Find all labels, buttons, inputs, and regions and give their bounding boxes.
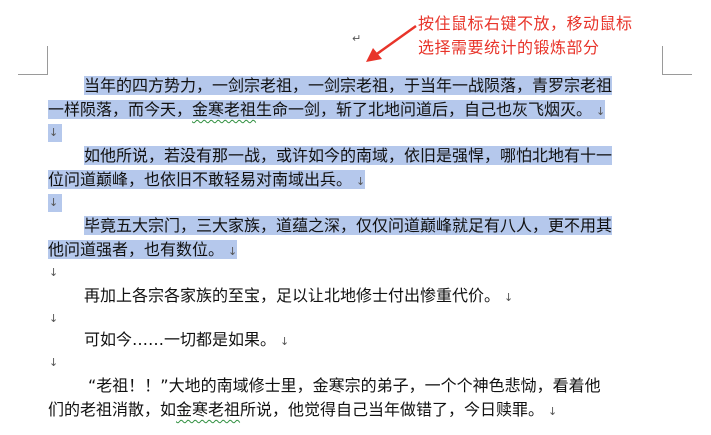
instruction-annotation: 按住鼠标右键不放，移动鼠标 选择需要统计的锻炼部分: [418, 12, 633, 60]
paragraph-mark: ↓: [548, 405, 558, 418]
paragraph-mark: ↓: [49, 266, 59, 279]
paragraph-mark: ↓: [356, 175, 366, 188]
spellcheck-underlined-word: 金寒老祖: [176, 400, 241, 419]
text-segment: 一样陨落，而今天，: [48, 100, 193, 119]
text-line[interactable]: 他问道强者，也有数位。 ↓: [48, 238, 238, 262]
text-line[interactable]: 位问道巅峰，也依旧不敢轻易对南域出兵。 ↓: [48, 168, 366, 192]
right-crop-mark-horizontal: [662, 74, 692, 75]
text-segment: 他问道强者，也有数位。: [48, 240, 225, 259]
annotation-line-1: 按住鼠标右键不放，移动鼠标: [418, 14, 633, 33]
text-line[interactable]: 再加上各宗各家族的至宝，足以让北地修士付出惨重代价。 ↓: [84, 284, 513, 308]
spellcheck-underlined-word: 金寒老祖: [192, 100, 257, 119]
selected-text: 毕竟五大宗门，三大家族，道蕴之深，仅仅问道巅峰就足有八人，更不用其: [84, 216, 613, 235]
selected-text: 一样陨落，而今天，金寒老祖生命一剑，斩了北地问道后，自己也灰飞烟灭。 ↓: [48, 100, 606, 119]
text-line[interactable]: 毕竟五大宗门，三大家族，道蕴之深，仅仅问道巅峰就足有八人，更不用其: [84, 214, 613, 238]
text-line[interactable]: “老祖！！”大地的南域修士里，金寒宗的弟子，一个个神色悲恸，看着他: [88, 374, 601, 398]
paragraph-mark: ↓: [280, 335, 290, 348]
text-segment: 再加上各宗各家族的至宝，足以让北地修士付出惨重代价。: [84, 286, 501, 305]
selected-text: 位问道巅峰，也依旧不敢轻易对南域出兵。 ↓: [48, 170, 366, 189]
text-segment: 生命一剑，斩了北地问道后，自己也灰飞烟灭。: [256, 100, 593, 119]
selected-text: 如他所说，若没有那一战，或许如今的南域，依旧是强悍，哪怕北地有十一: [84, 146, 613, 165]
right-crop-mark-vertical: [662, 46, 663, 75]
red-arrow-icon: [366, 24, 417, 62]
selected-text: 他问道强者，也有数位。 ↓: [48, 240, 238, 259]
text-segment: “老祖！！”大地的南域修士里，金寒宗的弟子，一个个神色悲恸，看着他: [88, 376, 601, 395]
paragraph-mark: ↓: [228, 245, 238, 258]
text-line[interactable]: 们的老祖消散，如金寒老祖所说，他觉得自己当年做错了，今日赎罪。 ↓: [48, 398, 557, 422]
annotation-line-2: 选择需要统计的锻炼部分: [418, 38, 600, 57]
left-crop-mark-horizontal: [18, 74, 48, 75]
text-segment: 位问道巅峰，也依旧不敢轻易对南域出兵。: [48, 170, 353, 189]
text-segment: 可如今……一切都是如果。: [84, 330, 277, 349]
text-line[interactable]: 一样陨落，而今天，金寒老祖生命一剑，斩了北地问道后，自己也灰飞烟灭。 ↓: [48, 98, 606, 122]
paragraph-mark: ↓: [49, 196, 59, 209]
text-line[interactable]: 可如今……一切都是如果。 ↓: [84, 328, 289, 352]
left-crop-mark-vertical: [47, 46, 48, 75]
document-page: ↵ 按住鼠标右键不放，移动鼠标 选择需要统计的锻炼部分 当年的四方势力，一剑宗老…: [0, 0, 711, 435]
paragraph-mark: ↓: [49, 312, 59, 325]
selected-text: 当年的四方势力，一剑宗老祖，一剑宗老祖，于当年一战陨落，青罗宗老祖: [84, 76, 613, 95]
paragraph-mark: ↓: [596, 105, 606, 118]
text-segment: 们的老祖消散，如: [48, 400, 177, 419]
paragraph-mark: ↓: [504, 291, 514, 304]
text-line[interactable]: 当年的四方势力，一剑宗老祖，一剑宗老祖，于当年一战陨落，青罗宗老祖: [84, 74, 613, 98]
text-segment: 所说，他觉得自己当年做错了，今日赎罪。: [240, 400, 545, 419]
paragraph-mark: ↓: [49, 356, 59, 369]
text-line[interactable]: 如他所说，若没有那一战，或许如今的南域，依旧是强悍，哪怕北地有十一: [84, 144, 613, 168]
paragraph-mark: ↓: [49, 126, 59, 139]
